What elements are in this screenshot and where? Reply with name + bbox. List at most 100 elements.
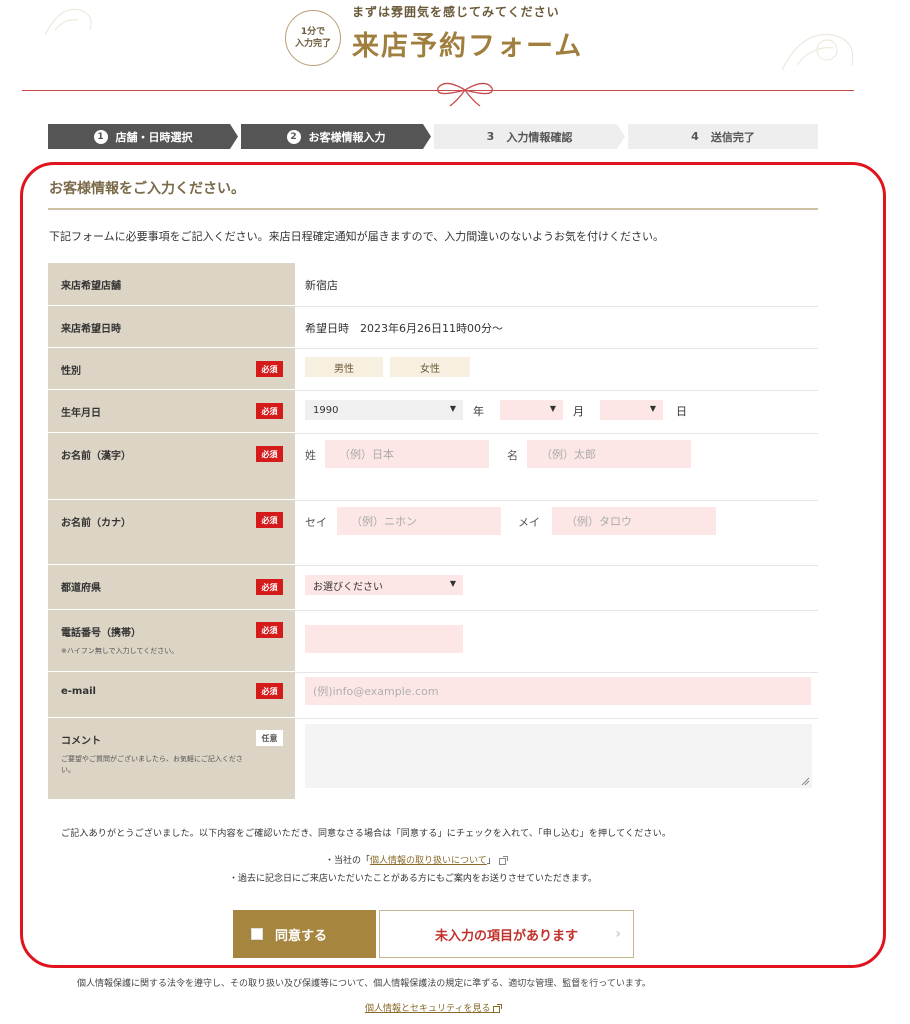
birth-day-select[interactable]: ▼ bbox=[600, 400, 663, 420]
prefecture-value: お選びください bbox=[313, 581, 383, 593]
row-divider bbox=[295, 672, 818, 673]
progress-steps: 1 店舗・日時選択 2 お客様情報入力 3 入力情報確認 4 送信完了 bbox=[48, 124, 818, 149]
year-unit: 年 bbox=[473, 405, 484, 418]
first-name-kana-label: メイ bbox=[518, 516, 540, 529]
section-intro: 下記フォームに必要事項をご記入ください。来店日程確定通知が届きますので、入力間違… bbox=[49, 230, 665, 243]
step-number: 4 bbox=[691, 130, 699, 143]
row-divider bbox=[295, 565, 818, 566]
page-header: 1分で 入力完了 まずは雰囲気を感じてみてください 来店予約フォーム bbox=[0, 0, 910, 110]
row-divider bbox=[295, 433, 818, 434]
page-title: 来店予約フォーム bbox=[352, 31, 584, 62]
step-2: 2 お客様情報入力 bbox=[241, 124, 431, 149]
step-label: 入力情報確認 bbox=[506, 130, 573, 144]
gender-male-button[interactable]: 男性 bbox=[305, 357, 383, 377]
required-badge: 必須 bbox=[256, 622, 283, 638]
submit-label: 未入力の項目があります bbox=[434, 928, 578, 944]
chevron-down-icon: ▼ bbox=[449, 404, 456, 413]
field-label: 生年月日 bbox=[61, 408, 101, 419]
required-badge: 必須 bbox=[256, 512, 283, 528]
badge-line1: 1分で bbox=[300, 27, 326, 37]
email-input[interactable]: (例)info@example.com bbox=[305, 677, 811, 705]
first-name-kanji-input[interactable]: （例）太郎 bbox=[527, 440, 691, 468]
comment-textarea[interactable] bbox=[305, 724, 812, 788]
agree-label: 同意する bbox=[275, 928, 328, 944]
label-cell-name-kana: お名前（カナ） bbox=[48, 500, 295, 565]
label-cell-name-kanji: お名前（漢字） bbox=[48, 433, 295, 500]
agree-button[interactable]: 同意する bbox=[233, 910, 376, 958]
required-badge: 必須 bbox=[256, 683, 283, 699]
badge-line2: 入力完了 bbox=[294, 39, 331, 49]
row-divider bbox=[295, 610, 818, 611]
confirmation-note: ご記入ありがとうございました。以下内容をご確認いただき、同意なさる場合は「同意す… bbox=[61, 829, 672, 839]
section-title: お客様情報をご入力ください。 bbox=[49, 181, 245, 197]
external-link-icon bbox=[498, 856, 508, 865]
section-divider bbox=[48, 208, 818, 210]
required-badge: 必須 bbox=[256, 403, 283, 419]
day-unit: 日 bbox=[676, 405, 687, 418]
required-badge: 必須 bbox=[256, 579, 283, 595]
step-number: 1 bbox=[94, 130, 108, 144]
datetime-value: 希望日時 2023年6月26日11時00分～ bbox=[305, 322, 503, 335]
field-label: 電話番号（携帯） bbox=[61, 628, 141, 639]
label-cell-datetime: 来店希望日時 bbox=[48, 306, 295, 348]
gender-female-button[interactable]: 女性 bbox=[390, 357, 470, 377]
security-link-label: 個人情報とセキュリティを見る bbox=[365, 1004, 491, 1014]
chevron-right-icon: › bbox=[615, 926, 621, 942]
month-unit: 月 bbox=[573, 405, 584, 418]
flower-decoration-icon bbox=[781, 33, 854, 71]
flower-decoration-icon bbox=[44, 8, 92, 36]
first-name-kana-input[interactable]: （例）タロウ bbox=[552, 507, 716, 535]
step-label: 送信完了 bbox=[710, 130, 755, 144]
phone-input[interactable] bbox=[305, 625, 463, 653]
phone-note: ※ハイフン無しで入力してください。 bbox=[61, 647, 179, 655]
field-label: 来店希望日時 bbox=[61, 324, 121, 335]
privacy-note-suffix: 」 bbox=[486, 856, 496, 866]
step-number: 2 bbox=[287, 130, 301, 144]
step-label: 店舗・日時選択 bbox=[115, 130, 193, 144]
resize-handle-icon[interactable] bbox=[801, 777, 810, 786]
step-4: 4 送信完了 bbox=[628, 124, 818, 149]
required-badge: 必須 bbox=[256, 361, 283, 377]
privacy-note-prefix: ・当社の「 bbox=[325, 856, 371, 866]
field-label: お名前（漢字） bbox=[61, 451, 131, 462]
birth-year-value: 1990 bbox=[313, 404, 339, 416]
chevron-down-icon: ▼ bbox=[549, 404, 556, 413]
comment-note: ご要望やご質問がございましたら、お気軽にご記入ください。 bbox=[61, 755, 243, 774]
row-divider bbox=[295, 390, 818, 391]
optional-badge: 任意 bbox=[256, 730, 283, 746]
footer-privacy-text: 個人情報保護に関する法令を遵守し、その取り扱い及び保護等について、個人情報保護法… bbox=[77, 979, 651, 989]
field-label: コメント bbox=[61, 736, 101, 747]
anniversary-note: ・過去に記念日にご来店いただいたことがある方にもご案内をお送りさせていただきます… bbox=[229, 874, 597, 884]
field-label: 性別 bbox=[61, 366, 81, 377]
step-label: お客様情報入力 bbox=[308, 130, 386, 144]
field-label: e-mail bbox=[61, 686, 96, 697]
ribbon-knot-icon bbox=[437, 82, 493, 107]
last-name-label: 姓 bbox=[305, 449, 316, 462]
step-number: 3 bbox=[486, 130, 495, 143]
agree-checkbox[interactable] bbox=[251, 928, 263, 940]
field-label: 都道府県 bbox=[61, 583, 101, 594]
label-cell-phone: 電話番号（携帯） ※ハイフン無しで入力してください。 bbox=[48, 610, 295, 672]
row-divider bbox=[295, 500, 818, 501]
submit-button[interactable]: 未入力の項目があります › bbox=[379, 910, 634, 958]
label-cell-store: 来店希望店舗 bbox=[48, 263, 295, 306]
step-1: 1 店舗・日時選択 bbox=[48, 124, 238, 149]
row-divider bbox=[295, 718, 818, 719]
quick-complete-badge: 1分で 入力完了 bbox=[285, 10, 341, 66]
security-link[interactable]: 個人情報とセキュリティを見る bbox=[365, 1001, 503, 1014]
prefecture-select[interactable]: お選びください ▼ bbox=[305, 575, 463, 595]
external-link-icon bbox=[493, 1004, 503, 1013]
row-divider bbox=[295, 348, 818, 349]
row-divider bbox=[295, 306, 818, 307]
last-name-kanji-input[interactable]: （例）日本 bbox=[325, 440, 489, 468]
birth-year-select[interactable]: 1990 ▼ bbox=[305, 400, 463, 420]
store-value: 新宿店 bbox=[305, 279, 338, 292]
first-name-label: 名 bbox=[507, 449, 518, 462]
chevron-down-icon: ▼ bbox=[449, 579, 456, 588]
privacy-policy-link[interactable]: 個人情報の取り扱いについて bbox=[370, 856, 487, 866]
birth-month-select[interactable]: ▼ bbox=[500, 400, 563, 420]
field-label: 来店希望店舗 bbox=[61, 281, 121, 292]
last-name-kana-input[interactable]: （例）ニホン bbox=[337, 507, 501, 535]
privacy-note: ・当社の「個人情報の取り扱いについて」 bbox=[325, 853, 508, 866]
field-label: お名前（カナ） bbox=[61, 518, 131, 529]
